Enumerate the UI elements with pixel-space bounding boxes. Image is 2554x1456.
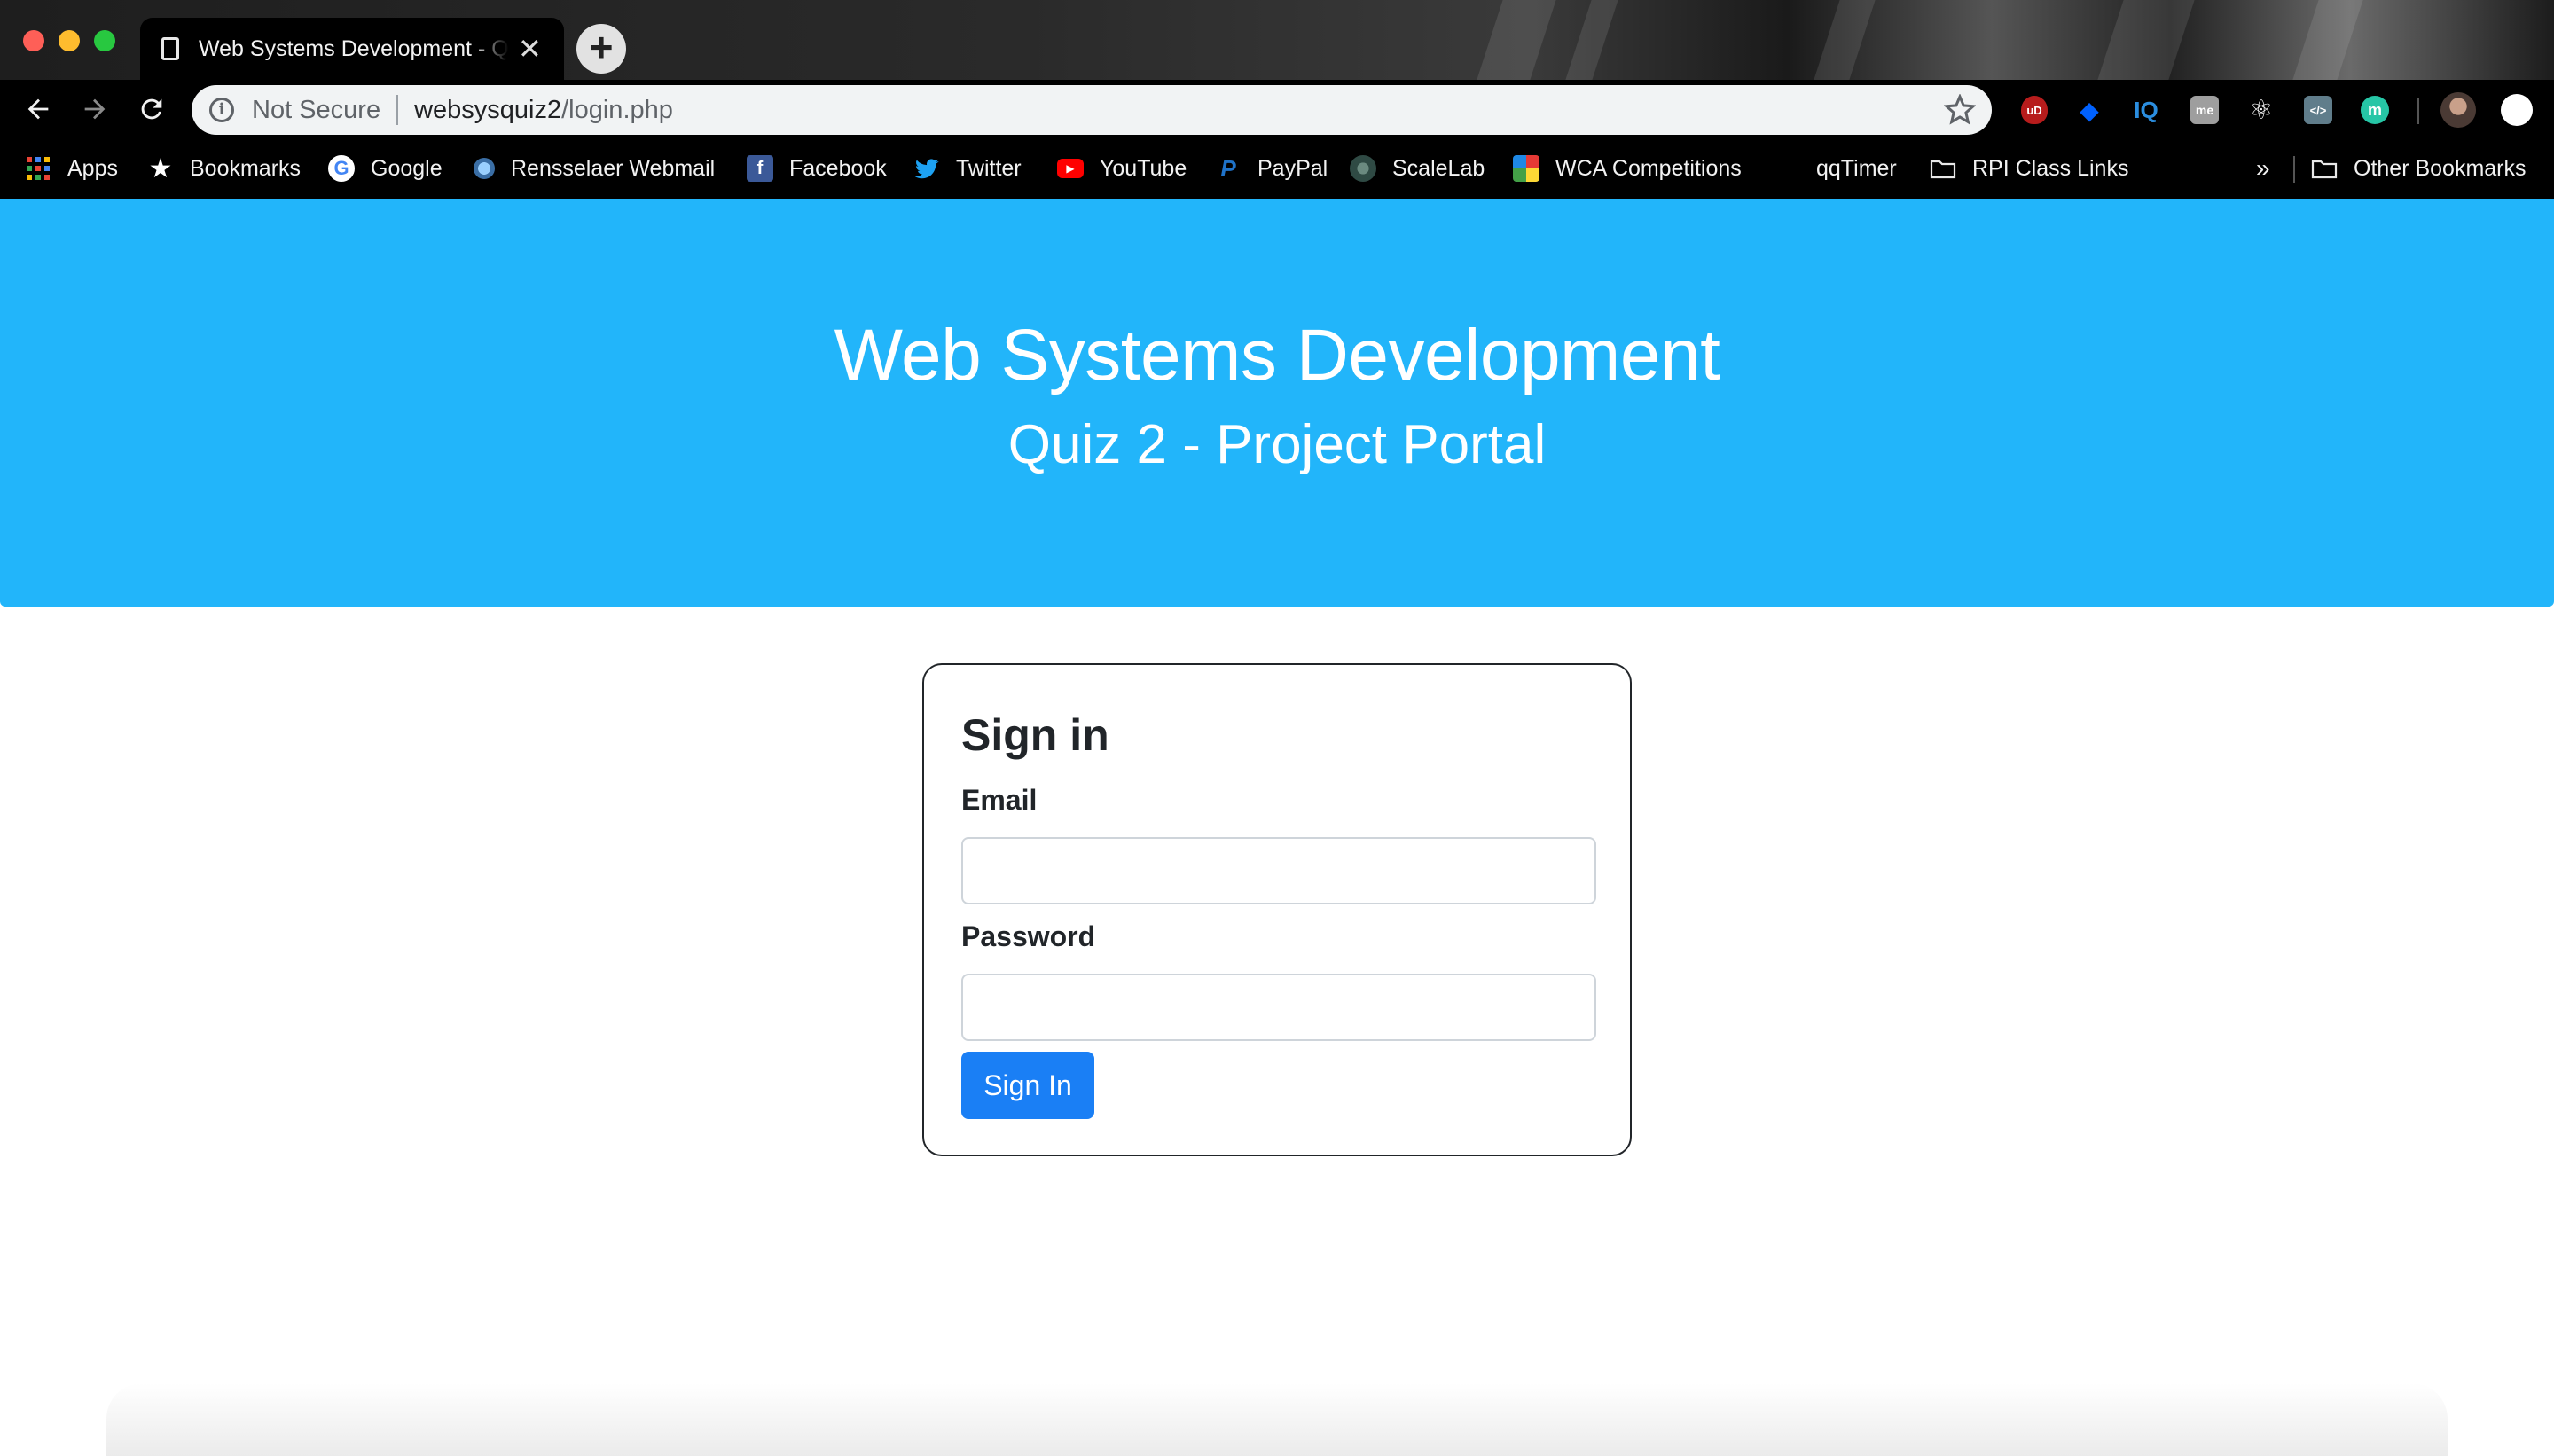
hero-banner: Web Systems Development Quiz 2 - Project… (0, 199, 2554, 607)
folder-icon (1930, 155, 1956, 182)
page-subtitle: Quiz 2 - Project Portal (1007, 414, 1547, 475)
code-icon[interactable]: </> (2304, 96, 2332, 124)
twitter-icon (913, 155, 940, 182)
maximize-window-button[interactable] (94, 30, 115, 51)
ublock-icon-label: uD (2021, 96, 2048, 124)
password-field[interactable] (961, 974, 1596, 1041)
apps-grid-icon (25, 155, 51, 182)
omnibox-divider (396, 95, 399, 125)
bookmark-youtube[interactable]: ▶ YouTube (1057, 151, 1187, 186)
bookmark-qqtimer[interactable]: qqTimer (1816, 151, 1897, 186)
forward-button[interactable] (74, 89, 115, 129)
star-icon: ★ (148, 153, 173, 184)
bookmark-label: YouTube (1100, 155, 1187, 181)
bookmark-label: RPI Class Links (1972, 155, 2129, 181)
bookmark-paypal[interactable]: P PayPal (1215, 151, 1328, 186)
bookmark-label: Bookmarks (190, 155, 302, 181)
window-bottom-shadow (106, 1383, 2448, 1456)
info-icon[interactable]: i (209, 98, 234, 122)
webmail-icon (474, 158, 495, 179)
toolbar-divider (2417, 98, 2419, 124)
bookmark-apps[interactable]: Apps (25, 151, 118, 186)
bookmark-label: Twitter (956, 155, 1022, 181)
bookmark-facebook[interactable]: f Facebook (747, 151, 887, 186)
email-label: Email (961, 784, 1038, 816)
bookmarks-overflow-button[interactable]: » (2256, 151, 2270, 186)
bookmark-google[interactable]: G Google (328, 151, 443, 186)
tab-title: Web Systems Development - Q (199, 35, 509, 61)
ublock-icon[interactable]: uD (2020, 96, 2049, 124)
paypal-icon: P (1220, 154, 1236, 182)
bookmark-folder-rpi-class-links[interactable]: RPI Class Links (1930, 151, 2128, 186)
m-icon[interactable]: m (2361, 96, 2389, 124)
new-tab-button[interactable]: + (576, 24, 626, 74)
bookmarks-divider (2293, 156, 2295, 183)
reload-icon (141, 98, 162, 120)
menu-dot-icon[interactable] (2501, 94, 2533, 126)
bookmark-label: Facebook (789, 155, 887, 181)
bookmark-label: qqTimer (1816, 155, 1897, 181)
bookmark-bookmarks[interactable]: ★ Bookmarks (147, 151, 302, 186)
wallpaper-stripe (2097, 0, 2195, 80)
bookmark-twitter[interactable]: Twitter (913, 151, 1022, 186)
iq-icon[interactable]: IQ (2132, 96, 2160, 124)
back-arrow-icon (27, 98, 49, 120)
bookmark-label: Google (371, 155, 443, 181)
back-button[interactable] (18, 89, 59, 129)
sign-in-button[interactable]: Sign In (961, 1052, 1094, 1119)
browser-tab[interactable]: Web Systems Development - Q ✕ (140, 18, 564, 80)
bookmark-scalelab[interactable]: ScaleLab (1350, 151, 1485, 186)
page-title: Web Systems Development (834, 315, 1720, 395)
wca-icon (1513, 155, 1539, 182)
react-icon[interactable]: ⚛ (2247, 96, 2276, 125)
bookmark-label: Rensselaer Webmail (511, 155, 716, 181)
sign-in-heading: Sign in (961, 710, 1109, 760)
profile-avatar[interactable] (2440, 92, 2476, 128)
minimize-window-button[interactable] (59, 30, 80, 51)
wallpaper-stripe (1565, 0, 1618, 80)
url-host: websysquiz2 (414, 95, 562, 124)
password-label: Password (961, 920, 1096, 952)
google-icon: G (328, 155, 355, 182)
close-window-button[interactable] (23, 30, 44, 51)
scalelab-icon (1350, 155, 1376, 182)
bookmark-label: WCA Competitions (1555, 155, 1742, 181)
bookmarks-bar: Apps ★ Bookmarks G Google Rensselaer Web… (0, 138, 2554, 199)
close-tab-icon[interactable]: ✕ (518, 35, 542, 63)
browser-toolbar: i Not Secure websysquiz2/login.php uD ◆ … (0, 80, 2554, 138)
wallpaper-stripe (1477, 0, 1556, 80)
facebook-icon: f (747, 155, 773, 182)
bookmark-rensselaer-webmail[interactable]: Rensselaer Webmail (474, 151, 715, 186)
url-path: /login.php (561, 95, 673, 124)
bookmark-wca-competitions[interactable]: WCA Competitions (1513, 151, 1742, 186)
bookmark-star-icon[interactable] (1944, 94, 1976, 126)
window-titlebar: Web Systems Development - Q ✕ + (0, 0, 2554, 80)
bookmark-label: ScaleLab (1392, 155, 1485, 181)
email-field[interactable] (961, 837, 1596, 904)
folder-icon (2311, 155, 2338, 182)
bookmark-label: Apps (67, 155, 118, 181)
document-icon (161, 37, 179, 60)
youtube-icon: ▶ (1057, 159, 1084, 178)
forward-arrow-icon (84, 98, 106, 120)
dropbox-icon[interactable]: ◆ (2075, 96, 2104, 124)
reload-button[interactable] (131, 89, 172, 129)
wallpaper-stripe (1814, 0, 1876, 80)
wallpaper-stripe (2292, 0, 2363, 80)
security-label: Not Secure (252, 95, 381, 124)
bookmark-label: Other Bookmarks (2354, 155, 2527, 181)
bookmark-folder-other-bookmarks[interactable]: Other Bookmarks (2311, 151, 2527, 186)
me-icon[interactable]: me (2190, 96, 2219, 124)
bookmark-label: PayPal (1257, 155, 1328, 181)
sign-in-card: Sign in Email Password Sign In (922, 663, 1632, 1156)
address-bar[interactable]: i Not Secure websysquiz2/login.php (192, 85, 1992, 135)
